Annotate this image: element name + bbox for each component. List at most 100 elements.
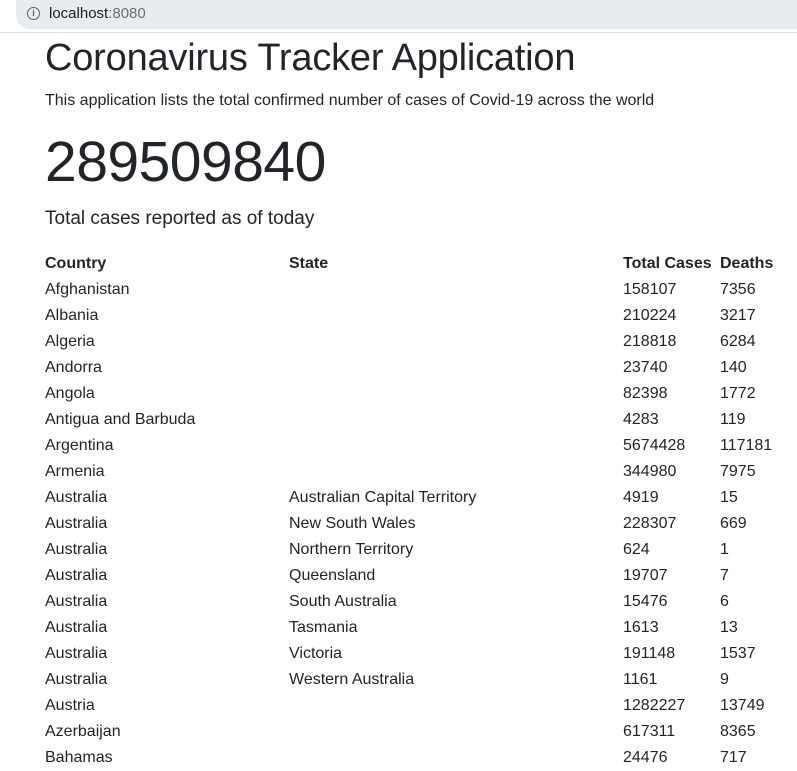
cell-deaths: 13 (720, 619, 738, 636)
table-row: Australia Western Australia 1161 9 (45, 667, 797, 693)
cell-state (289, 719, 623, 745)
address-url[interactable]: localhost:8080 (49, 5, 146, 22)
cell-country: Armenia (45, 463, 105, 480)
cell-total-cases: 228307 (623, 515, 677, 532)
cell-country: Argentina (45, 437, 114, 454)
cell-total-cases: 1161 (623, 671, 658, 688)
cell-deaths: 717 (720, 749, 747, 766)
cell-total-cases: 23740 (623, 359, 668, 376)
info-icon[interactable]: i (27, 7, 40, 20)
cell-deaths: 7975 (720, 463, 756, 480)
cell-total-cases: 191148 (623, 645, 676, 662)
cell-deaths: 669 (720, 515, 747, 532)
table-row: Bahamas 24476 717 (45, 745, 797, 771)
header-state: State (289, 255, 329, 272)
cell-country: Australia (45, 671, 108, 688)
cell-country: Australia (45, 541, 108, 558)
table-row: Andorra 23740 140 (45, 355, 797, 381)
header-total-cases: Total Cases (623, 255, 712, 272)
cell-state: South Australia (289, 593, 397, 610)
cell-deaths: 117181 (720, 437, 773, 454)
page-subtitle: This application lists the total confirm… (45, 92, 655, 109)
cell-deaths: 7356 (720, 281, 756, 298)
cell-deaths: 13749 (720, 697, 765, 714)
address-host: localhost (49, 5, 109, 22)
cell-state (289, 459, 623, 485)
address-port: :8080 (108, 5, 146, 22)
cell-state (289, 745, 623, 771)
cell-state (289, 329, 623, 355)
cell-state: New South Wales (289, 515, 416, 532)
cell-state (289, 277, 623, 303)
cell-deaths: 140 (720, 359, 747, 376)
table-row: Australia Australian Capital Territory 491… (45, 485, 797, 511)
cell-state: Victoria (289, 645, 343, 662)
cell-total-cases: 4283 (623, 411, 659, 428)
cell-state: Queensland (289, 567, 376, 584)
cell-deaths: 8365 (720, 723, 756, 740)
cell-deaths: 9 (720, 671, 729, 688)
table-header-row: Country State Total Cases Deaths (45, 251, 797, 277)
cell-deaths: 7 (720, 567, 729, 584)
cell-state (289, 693, 623, 719)
table-row: Albania 210224 3217 (45, 303, 797, 329)
table-row: Australia New South Wales 228307 669 (45, 511, 797, 537)
cell-country: Azerbaijan (45, 723, 121, 740)
table-row: Australia Queensland 19707 7 (45, 563, 797, 589)
cell-deaths: 119 (720, 411, 746, 428)
cases-table: Country State Total Cases Deaths Afghani… (45, 251, 797, 771)
cell-country: Angola (45, 385, 95, 402)
total-cases-caption: Total cases reported as of today (45, 208, 315, 229)
header-deaths: Deaths (720, 255, 774, 272)
table-row: Australia Northern Territory 624 1 (45, 537, 797, 563)
cell-total-cases: 617311 (623, 723, 676, 740)
cell-deaths: 6284 (720, 333, 756, 350)
cell-total-cases: 5674428 (623, 437, 686, 454)
cell-state: Western Australia (289, 671, 415, 688)
cell-state: Northern Territory (289, 541, 414, 558)
table-row: Angola 82398 1772 (45, 381, 797, 407)
cell-total-cases: 15476 (623, 593, 668, 610)
cell-country: Australia (45, 489, 108, 506)
cell-country: Australia (45, 645, 108, 662)
cell-total-cases: 624 (623, 541, 650, 558)
table-row: Australia South Australia 15476 6 (45, 589, 797, 615)
header-country: Country (45, 255, 107, 272)
cell-total-cases: 344980 (623, 463, 677, 480)
cell-total-cases: 218818 (623, 333, 677, 350)
cell-deaths: 6 (720, 593, 729, 610)
table-row: Algeria 218818 6284 (45, 329, 797, 355)
cell-total-cases: 1613 (623, 619, 659, 636)
cell-deaths: 15 (720, 489, 738, 506)
table-row: Antigua and Barbuda 4283 119 (45, 407, 797, 433)
cell-country: Bahamas (45, 749, 113, 766)
cell-total-cases: 82398 (623, 385, 668, 402)
cell-state: Australian Capital Territory (289, 489, 477, 506)
cell-total-cases: 210224 (623, 307, 677, 324)
cell-state (289, 407, 623, 433)
cell-state (289, 381, 623, 407)
browser-toolbar: i localhost:8080 (0, 0, 797, 33)
cell-deaths: 3217 (720, 307, 756, 324)
cell-total-cases: 1282227 (623, 697, 686, 714)
cell-total-cases: 4919 (623, 489, 659, 506)
cell-country: Afghanistan (45, 281, 130, 298)
page-title: Coronavirus Tracker Application (45, 37, 576, 79)
table-row: Austria 1282227 13749 (45, 693, 797, 719)
table-row: Argentina 5674428 117181 (45, 433, 797, 459)
cell-state (289, 303, 623, 329)
total-cases-count: 289509840 (45, 130, 326, 194)
cell-country: Australia (45, 515, 108, 532)
cell-country: Australia (45, 619, 108, 636)
cell-deaths: 1537 (720, 645, 756, 662)
cell-country: Algeria (45, 333, 95, 350)
cell-country: Andorra (45, 359, 102, 376)
cell-total-cases: 19707 (623, 567, 668, 584)
cell-deaths: 1 (720, 541, 729, 558)
cell-country: Albania (45, 307, 99, 324)
cell-deaths: 1772 (720, 385, 756, 402)
table-row: Armenia 344980 7975 (45, 459, 797, 485)
cell-country: Australia (45, 593, 108, 610)
cell-country: Australia (45, 567, 108, 584)
cell-state (289, 433, 623, 459)
